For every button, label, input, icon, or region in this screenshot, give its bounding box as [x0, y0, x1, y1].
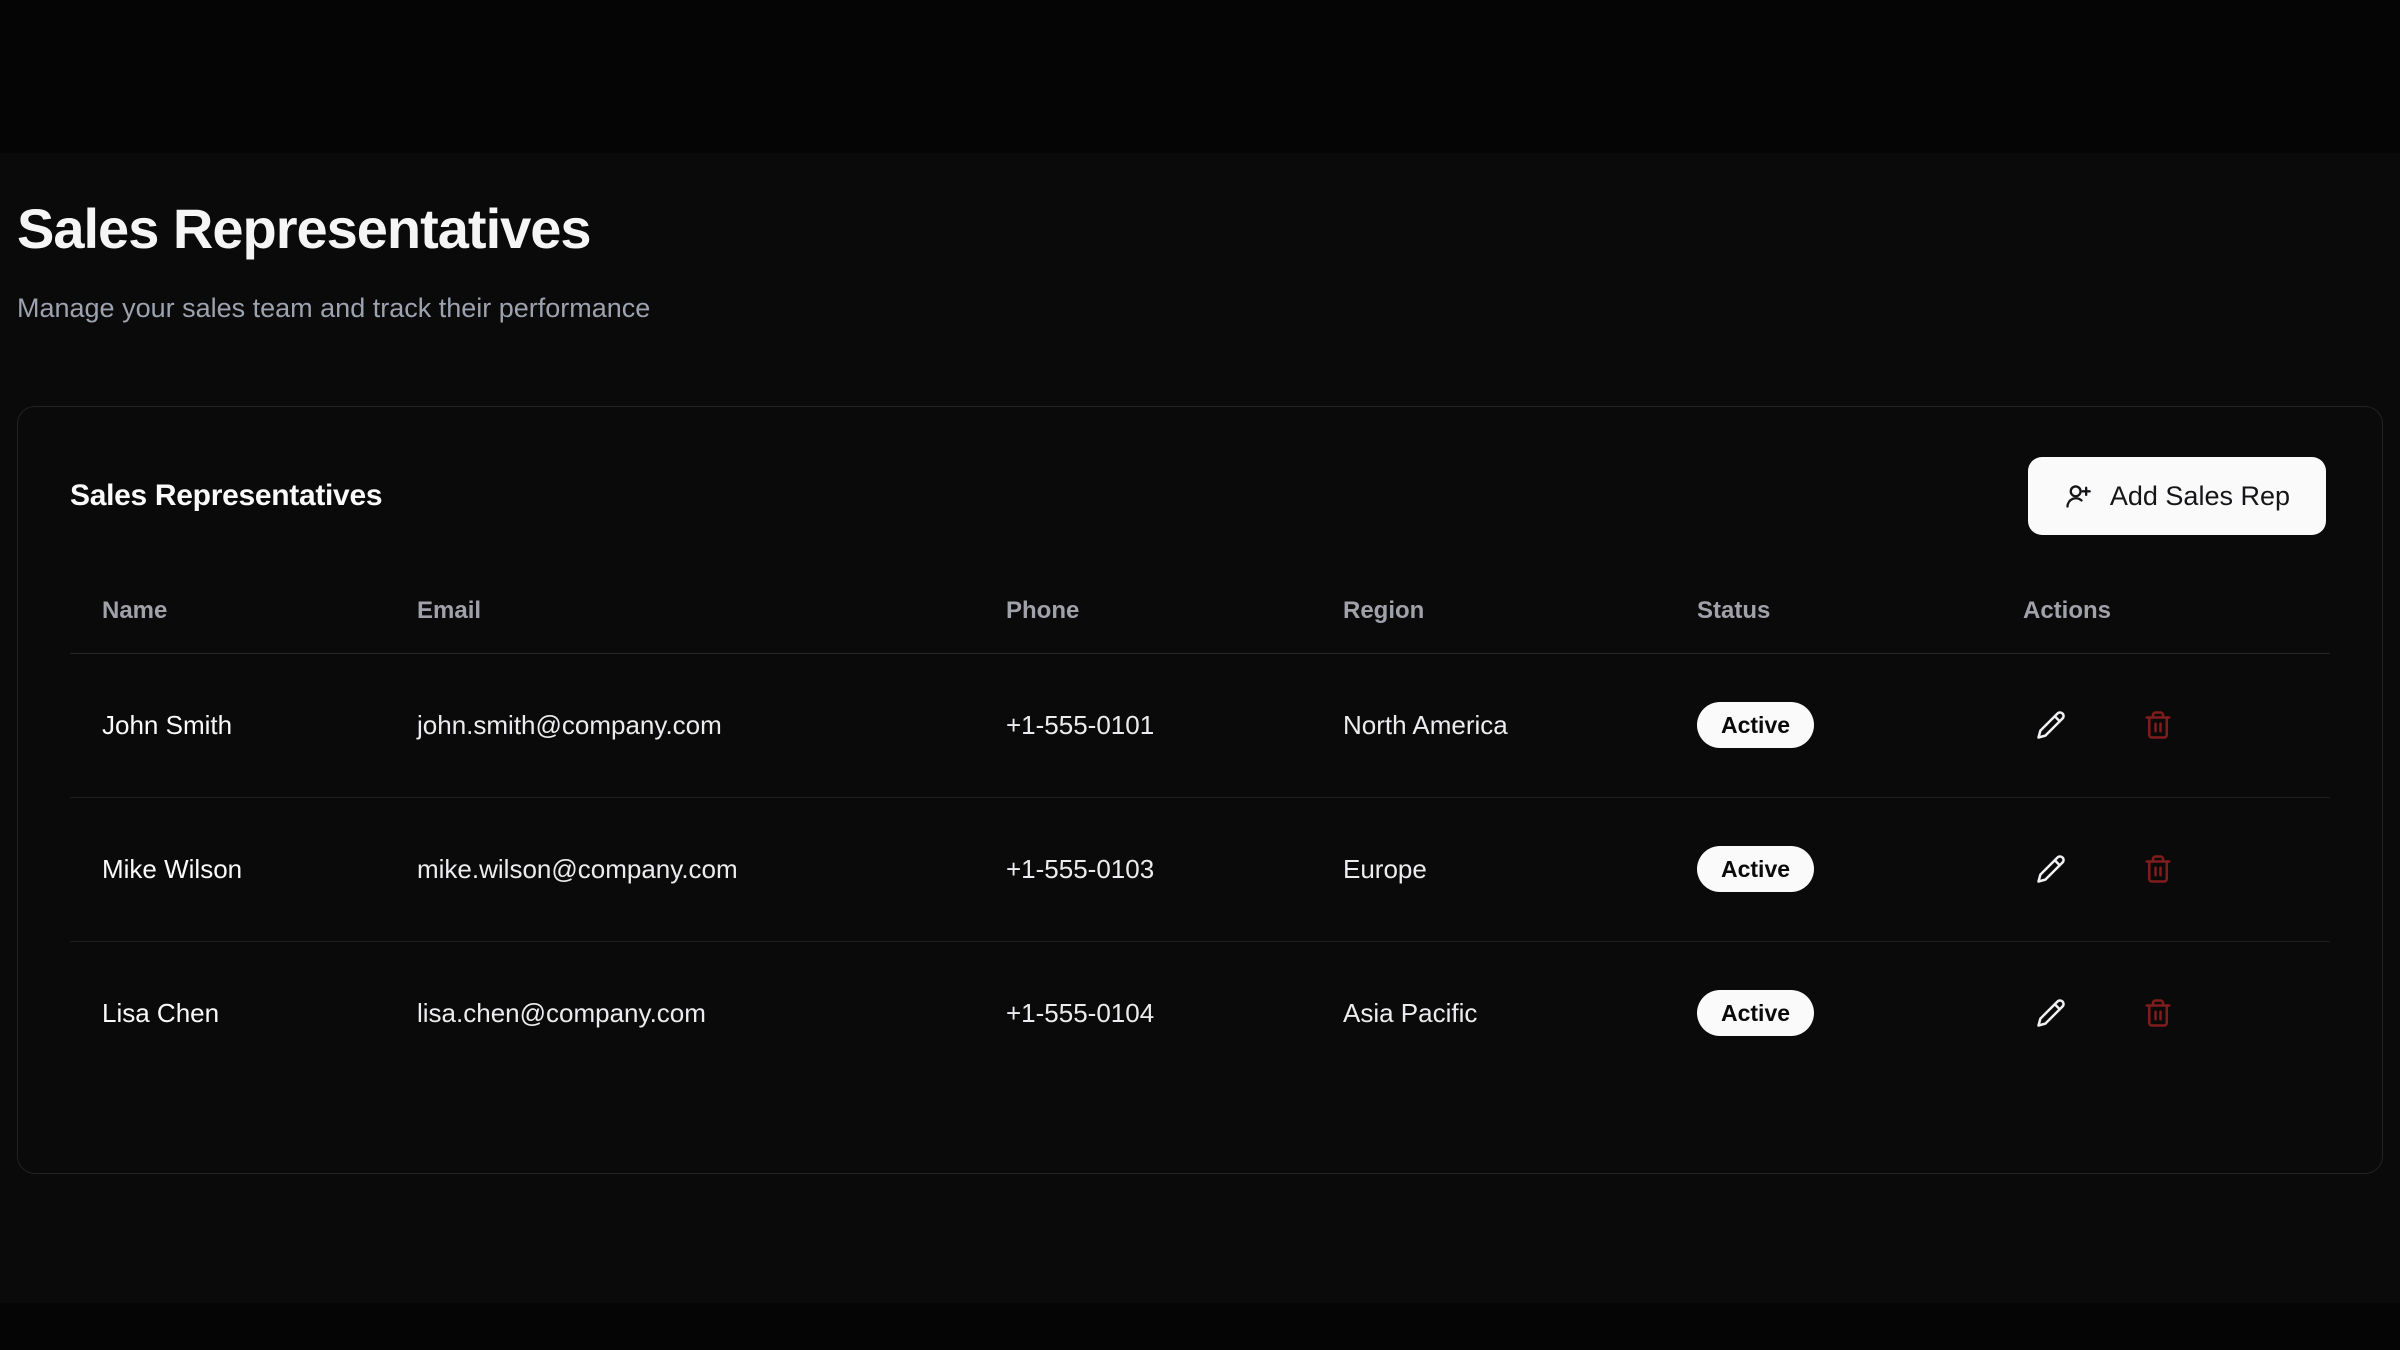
rep-phone: +1-555-0104 — [974, 941, 1311, 1085]
delete-button[interactable] — [2130, 985, 2186, 1041]
column-header-status: Status — [1665, 569, 1991, 653]
rep-status-cell: Active — [1665, 653, 1991, 797]
rep-name: Mike Wilson — [70, 797, 385, 941]
bottom-footer-band — [0, 1303, 2400, 1350]
column-header-region: Region — [1311, 569, 1665, 653]
trash-icon — [2143, 998, 2173, 1028]
rep-name: John Smith — [70, 653, 385, 797]
rep-phone: +1-555-0103 — [974, 797, 1311, 941]
page-title: Sales Representatives — [17, 197, 2383, 261]
page-subtitle: Manage your sales team and track their p… — [17, 291, 2383, 326]
status-badge: Active — [1697, 846, 1814, 892]
user-plus-icon — [2064, 482, 2092, 510]
rep-email: mike.wilson@company.com — [385, 797, 974, 941]
column-header-name: Name — [70, 569, 385, 653]
pencil-icon — [2036, 854, 2066, 884]
rep-actions-cell — [1991, 653, 2330, 797]
pencil-icon — [2036, 998, 2066, 1028]
table-row: Lisa Chen lisa.chen@company.com +1-555-0… — [70, 941, 2330, 1085]
sales-reps-table: Name Email Phone Region Status Actions J… — [70, 569, 2330, 1085]
delete-button[interactable] — [2130, 697, 2186, 753]
rep-status-cell: Active — [1665, 797, 1991, 941]
edit-button[interactable] — [2023, 985, 2079, 1041]
rep-email: lisa.chen@company.com — [385, 941, 974, 1085]
table-header-row: Name Email Phone Region Status Actions — [70, 569, 2330, 653]
rep-phone: +1-555-0101 — [974, 653, 1311, 797]
table-row: John Smith john.smith@company.com +1-555… — [70, 653, 2330, 797]
rep-actions-cell — [1991, 797, 2330, 941]
sales-reps-page: Sales Representatives Manage your sales … — [0, 197, 2400, 1174]
pencil-icon — [2036, 710, 2066, 740]
rep-actions-cell — [1991, 941, 2330, 1085]
rep-name: Lisa Chen — [70, 941, 385, 1085]
status-badge: Active — [1697, 702, 1814, 748]
rep-region: North America — [1311, 653, 1665, 797]
edit-button[interactable] — [2023, 697, 2079, 753]
card-title: Sales Representatives — [70, 479, 382, 513]
card-header: Sales Representatives Add Sales Rep — [18, 407, 2382, 535]
sales-reps-table-wrap: Name Email Phone Region Status Actions J… — [18, 535, 2382, 1085]
add-sales-rep-label: Add Sales Rep — [2110, 481, 2290, 512]
status-badge: Active — [1697, 990, 1814, 1036]
sales-reps-card: Sales Representatives Add Sales Rep — [17, 406, 2383, 1174]
top-header-band — [0, 0, 2400, 153]
rep-region: Europe — [1311, 797, 1665, 941]
column-header-phone: Phone — [974, 569, 1311, 653]
rep-status-cell: Active — [1665, 941, 1991, 1085]
trash-icon — [2143, 710, 2173, 740]
trash-icon — [2143, 854, 2173, 884]
edit-button[interactable] — [2023, 841, 2079, 897]
rep-email: john.smith@company.com — [385, 653, 974, 797]
delete-button[interactable] — [2130, 841, 2186, 897]
column-header-actions: Actions — [1991, 569, 2330, 653]
rep-region: Asia Pacific — [1311, 941, 1665, 1085]
table-row: Mike Wilson mike.wilson@company.com +1-5… — [70, 797, 2330, 941]
column-header-email: Email — [385, 569, 974, 653]
add-sales-rep-button[interactable]: Add Sales Rep — [2028, 457, 2326, 535]
